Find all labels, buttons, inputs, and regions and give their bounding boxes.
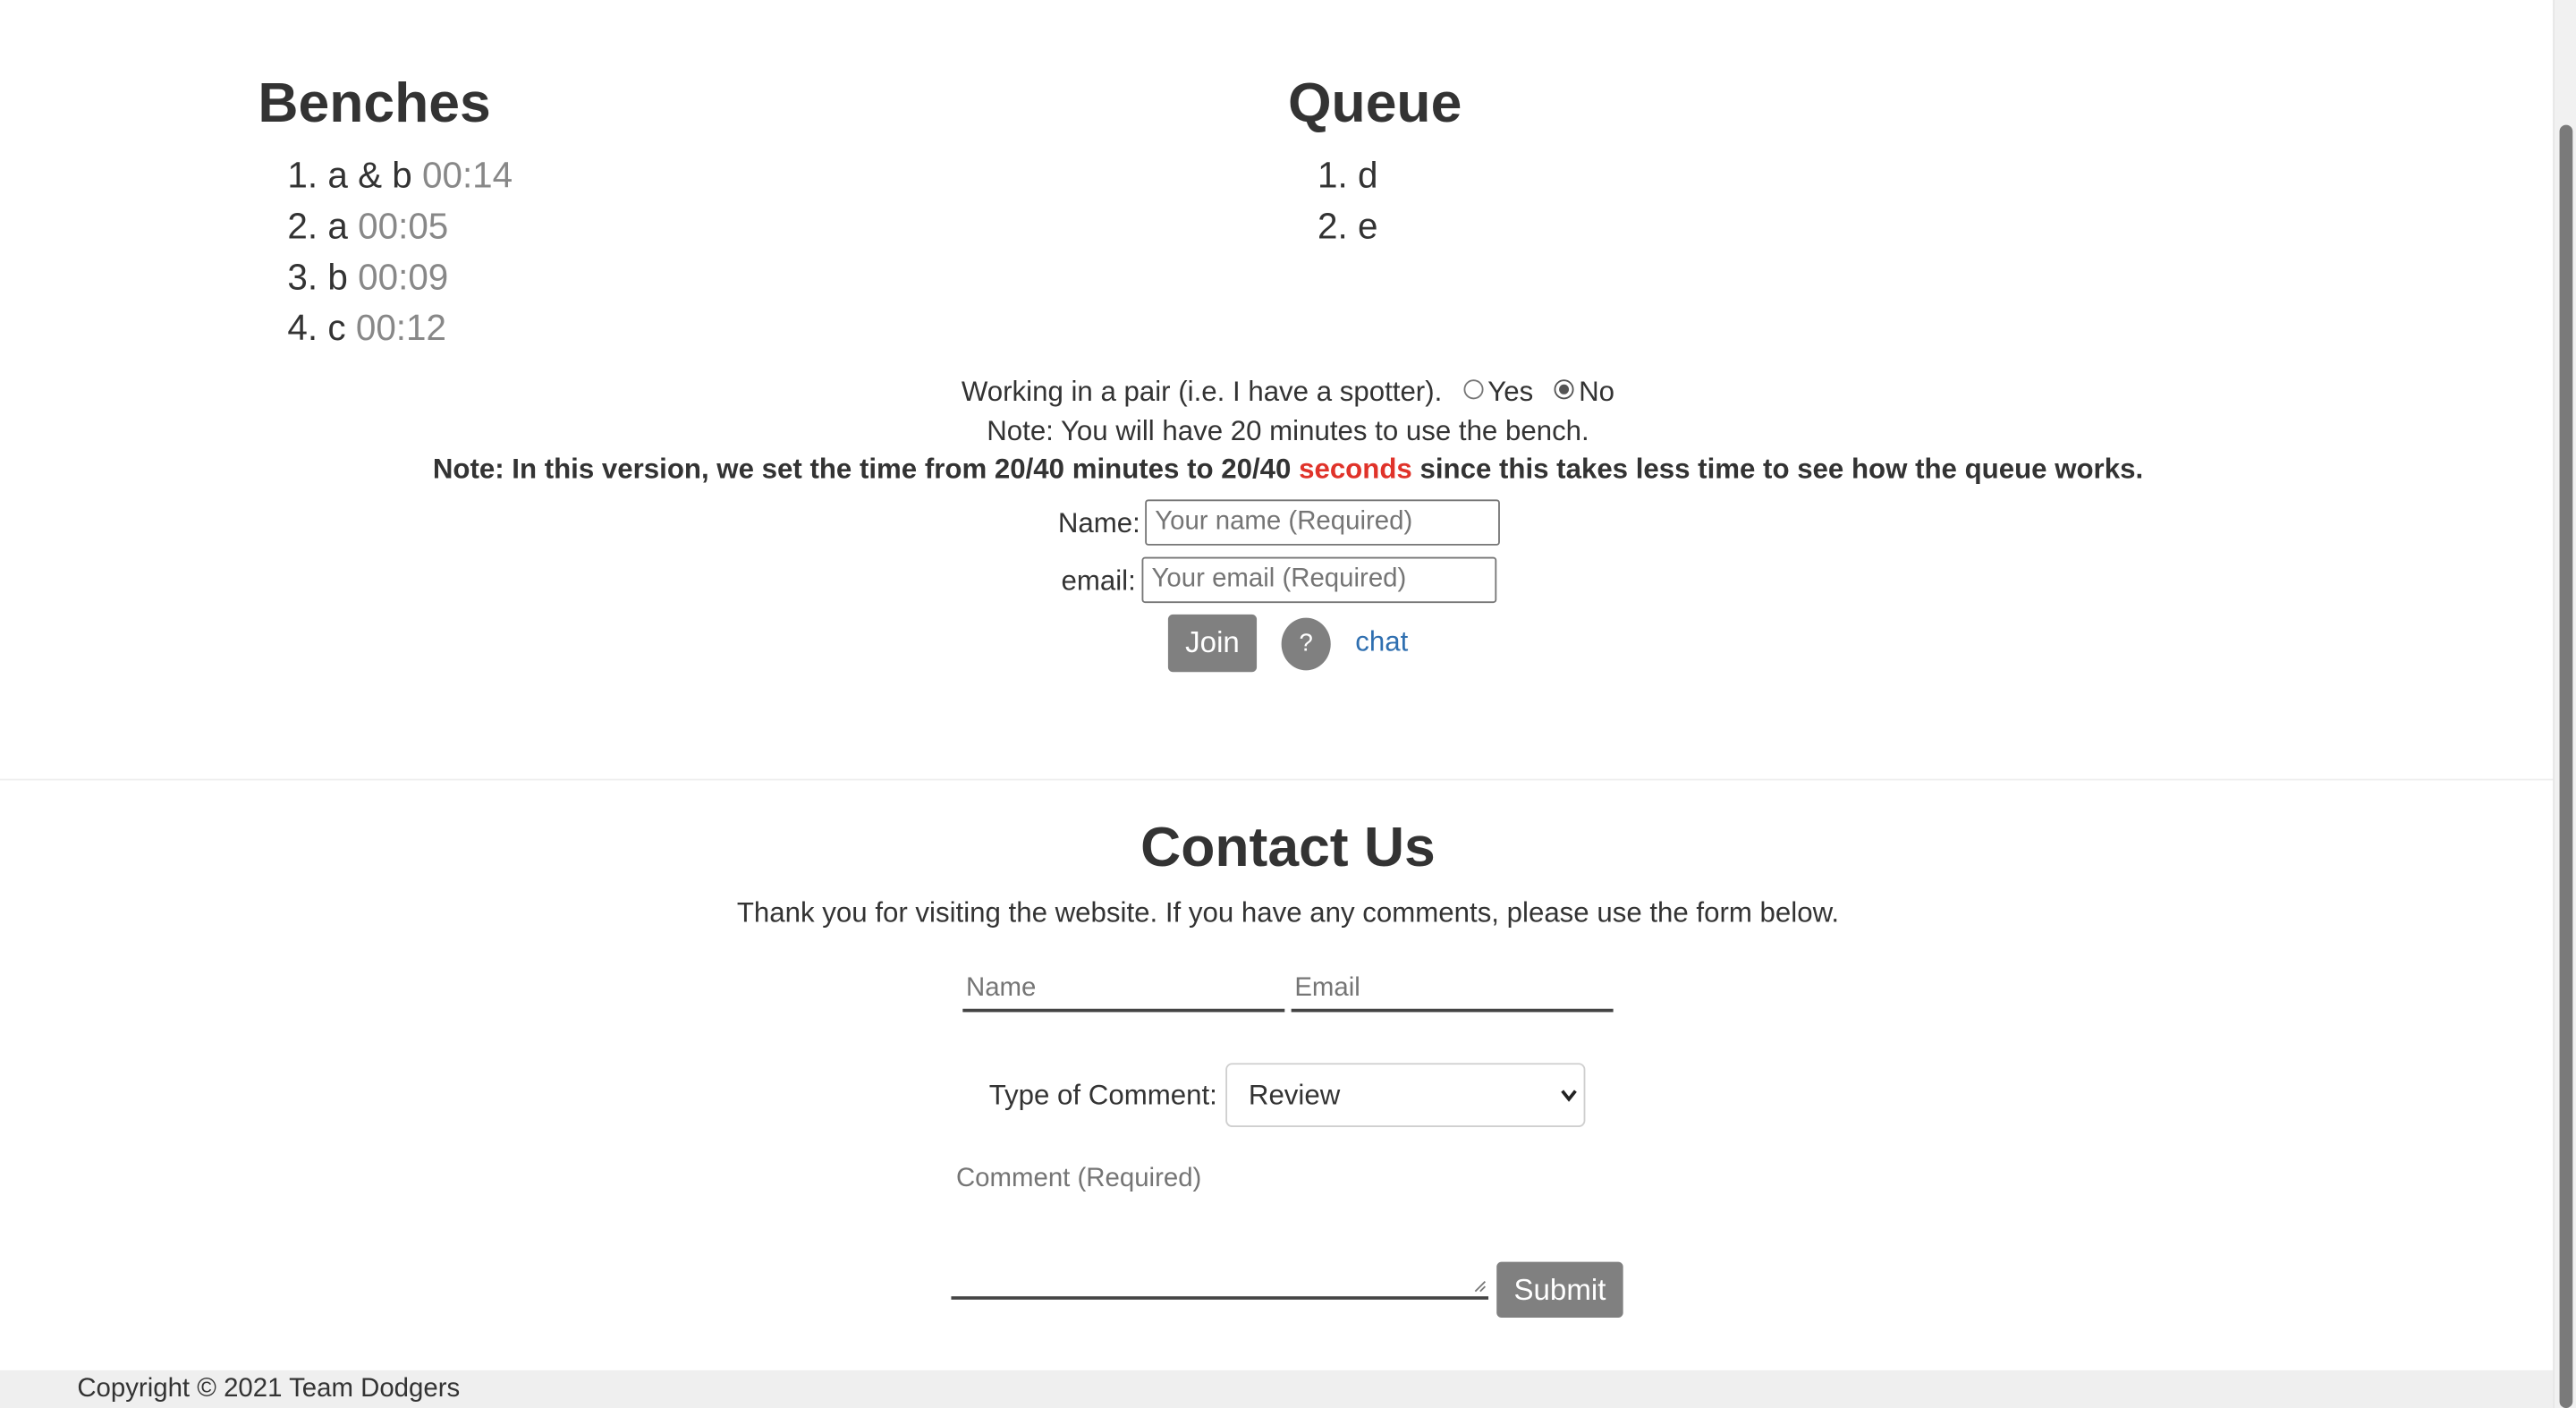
queue-list: 1. d 2. e	[1318, 149, 1377, 251]
footer: Copyright © 2021 Team Dodgers	[0, 1370, 2554, 1408]
bench-name: c	[327, 307, 346, 349]
contact-intro: Thank you for visiting the website. If y…	[736, 896, 1840, 929]
queue-number: 1.	[1318, 154, 1348, 196]
bench-number: 3.	[287, 256, 318, 298]
bench-item: 3. b 00:09	[287, 251, 513, 302]
pair-yes-radio[interactable]	[1462, 379, 1483, 400]
pair-prompt: Working in a pair (i.e. I have a spotter…	[961, 376, 1443, 408]
bench-timer: 00:09	[358, 256, 449, 298]
comment-type-label: Type of Comment:	[988, 1079, 1217, 1111]
bench-timer: 00:14	[422, 154, 513, 196]
copyright-text: Copyright © 2021 Team Dodgers	[77, 1375, 461, 1404]
resize-grip-icon[interactable]	[1474, 1280, 1487, 1293]
queue-name: d	[1358, 154, 1378, 196]
bench-name: a & b	[327, 154, 412, 196]
bench-number: 2.	[287, 205, 318, 247]
name-label: Name:	[1057, 507, 1140, 539]
queue-name: e	[1358, 205, 1378, 247]
join-button[interactable]: Join	[1167, 614, 1258, 673]
time-note: Note: You will have 20 minutes to use th…	[987, 415, 1589, 447]
email-label: email:	[1061, 564, 1136, 597]
comment-type-select[interactable]: Review	[1225, 1063, 1586, 1127]
version-note-before: Note: In this version, we set the time f…	[432, 453, 1292, 485]
contact-email-input[interactable]	[1291, 969, 1614, 1013]
chevron-down-icon	[1561, 1064, 1577, 1150]
comment-placeholder: Comment (Required)	[955, 1165, 1202, 1193]
version-note: Note: In this version, we set the time f…	[0, 454, 2576, 487]
pair-yes-label[interactable]: Yes	[1487, 377, 1533, 408]
bench-name: a	[327, 205, 348, 247]
queue-number: 2.	[1318, 205, 1348, 247]
benches-list: 1. a & b 00:14 2. a 00:05 3. b 00:09 4. …	[287, 149, 513, 353]
bench-number: 4.	[287, 307, 318, 349]
version-note-highlight: seconds	[1299, 453, 1412, 485]
help-button[interactable]: ?	[1281, 617, 1331, 671]
section-divider	[0, 778, 2554, 781]
pair-no-radio[interactable]	[1554, 379, 1574, 400]
bench-timer: 00:12	[355, 307, 446, 349]
comment-type-value: Review	[1248, 1079, 1341, 1111]
benches-title: Benches	[258, 72, 491, 135]
bench-number: 1.	[287, 154, 318, 196]
scrollbar-thumb[interactable]	[2559, 124, 2573, 1408]
bench-item: 1. a & b 00:14	[287, 149, 513, 200]
bench-item: 2. a 00:05	[287, 200, 513, 251]
comment-textarea[interactable]: Comment (Required)	[951, 1158, 1489, 1300]
email-input[interactable]	[1141, 556, 1497, 604]
bench-item: 4. c 00:12	[287, 302, 513, 353]
queue-item: 2. e	[1318, 200, 1377, 251]
pair-row: Working in a pair (i.e. I have a spotter…	[0, 377, 2576, 410]
bench-name: b	[327, 256, 348, 298]
page: Benches 1. a & b 00:14 2. a 00:05 3. b 0…	[0, 0, 2576, 1408]
submit-button[interactable]: Submit	[1496, 1261, 1623, 1319]
chat-link[interactable]: chat	[1355, 626, 1408, 659]
queue-title: Queue	[1287, 72, 1462, 135]
version-note-after: since this takes less time to see how th…	[1419, 453, 2144, 485]
pair-no-label[interactable]: No	[1579, 377, 1614, 408]
queue-item: 1. d	[1318, 149, 1377, 200]
bench-timer: 00:05	[358, 205, 449, 247]
name-input[interactable]	[1145, 499, 1500, 546]
contact-title: Contact Us	[1140, 816, 1436, 879]
contact-name-input[interactable]	[962, 969, 1285, 1013]
